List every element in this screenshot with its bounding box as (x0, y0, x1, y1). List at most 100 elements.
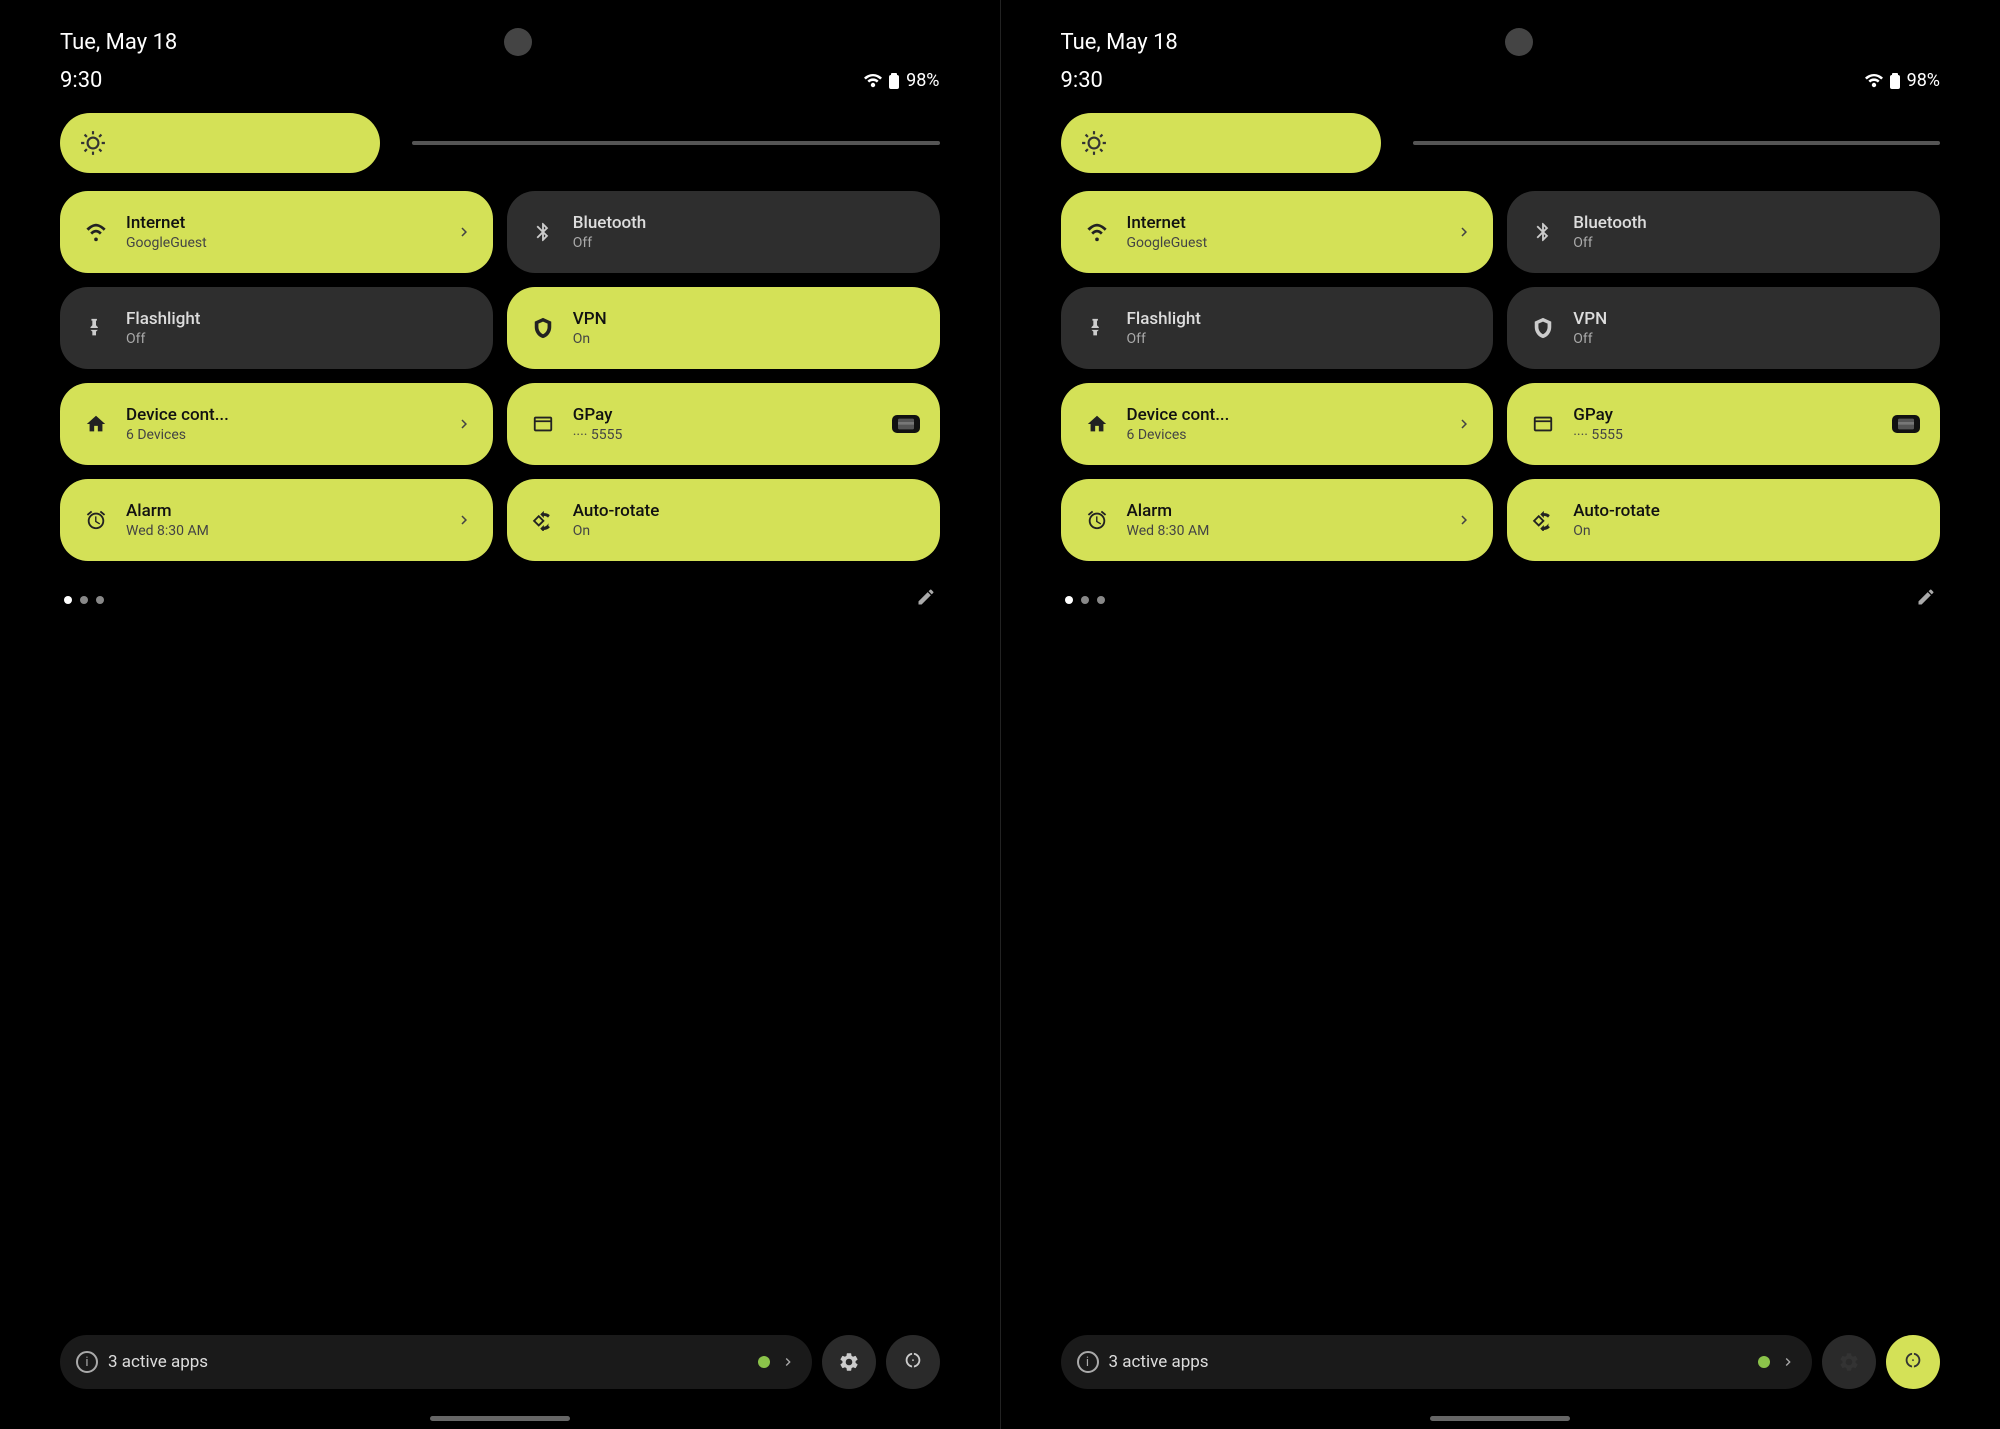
tile-sub-flashlight: Off (126, 331, 473, 347)
tile-icon-flashlight (80, 317, 112, 339)
tile-sub-vpn: Off (1573, 331, 1920, 347)
tile-internet[interactable]: Internet GoogleGuest (60, 191, 493, 273)
tile-icon-device (1081, 413, 1113, 435)
tile-text-bluetooth: Bluetooth Off (573, 213, 920, 251)
page-dot-2[interactable] (1097, 596, 1105, 604)
info-icon: i (1077, 1351, 1099, 1373)
home-bar (430, 1416, 570, 1421)
tile-alarm[interactable]: Alarm Wed 8:30 AM (1061, 479, 1494, 561)
chevron-right-icon (780, 1354, 796, 1370)
tile-sub-bluetooth: Off (573, 235, 920, 251)
tile-text-gpay: GPay ···· 5555 (573, 405, 878, 443)
settings-button[interactable] (822, 1335, 876, 1389)
tile-text-vpn: VPN On (573, 309, 920, 347)
tile-sub-alarm: Wed 8:30 AM (1127, 523, 1442, 539)
tile-icon-vpn (527, 317, 559, 339)
tile-device[interactable]: Device cont... 6 Devices (60, 383, 493, 465)
page-dots-row (1061, 579, 1941, 620)
tile-chevron-alarm (455, 511, 473, 529)
page-dot-2[interactable] (96, 596, 104, 604)
tile-flashlight[interactable]: Flashlight Off (1061, 287, 1494, 369)
tile-label-flashlight: Flashlight (1127, 309, 1474, 329)
tile-label-flashlight: Flashlight (126, 309, 473, 329)
bottom-bar: i 3 active apps (60, 1335, 940, 1389)
edit-icon[interactable] (916, 587, 936, 612)
tile-sub-bluetooth: Off (1573, 235, 1920, 251)
tile-sub-device: 6 Devices (126, 427, 441, 443)
tile-autorotate[interactable]: Auto-rotate On (1507, 479, 1940, 561)
power-button[interactable] (886, 1335, 940, 1389)
active-apps-pill[interactable]: i 3 active apps (1061, 1335, 1813, 1389)
tile-text-vpn: VPN Off (1573, 309, 1920, 347)
tile-vpn[interactable]: VPN On (507, 287, 940, 369)
tile-icon-gpay (1527, 413, 1559, 435)
brightness-pill[interactable] (1061, 113, 1381, 173)
page-dot-1[interactable] (80, 596, 88, 604)
tile-icon-vpn (1527, 317, 1559, 339)
tile-icon-alarm (1081, 509, 1113, 531)
tile-label-vpn: VPN (1573, 309, 1920, 329)
page-dots-row (60, 579, 940, 620)
settings-button[interactable] (1822, 1335, 1876, 1389)
tile-sub-alarm: Wed 8:30 AM (126, 523, 441, 539)
power-icon (902, 1351, 924, 1373)
active-apps-text: 3 active apps (108, 1352, 748, 1372)
battery-percent: 98% (1907, 70, 1940, 91)
edit-icon[interactable] (1916, 587, 1936, 612)
status-bar-top: Tue, May 18 (1061, 0, 1941, 68)
tile-text-device: Device cont... 6 Devices (126, 405, 441, 443)
tile-text-alarm: Alarm Wed 8:30 AM (126, 501, 441, 539)
tile-sub-flashlight: Off (1127, 331, 1474, 347)
tile-sub-autorotate: On (1573, 523, 1920, 539)
tile-gpay[interactable]: GPay ···· 5555 (507, 383, 940, 465)
brightness-row[interactable] (1061, 113, 1941, 173)
status-time: 9:30 (60, 68, 102, 93)
gpay-card (892, 415, 920, 433)
tile-label-device: Device cont... (1127, 405, 1442, 425)
tile-label-device: Device cont... (126, 405, 441, 425)
tile-sub-internet: GoogleGuest (1127, 235, 1442, 251)
brightness-pill[interactable] (60, 113, 380, 173)
tile-label-bluetooth: Bluetooth (573, 213, 920, 233)
page-dot-1[interactable] (1081, 596, 1089, 604)
tile-flashlight[interactable]: Flashlight Off (60, 287, 493, 369)
tile-device[interactable]: Device cont... 6 Devices (1061, 383, 1494, 465)
power-button[interactable] (1886, 1335, 1940, 1389)
tile-gpay[interactable]: GPay ···· 5555 (1507, 383, 1940, 465)
brightness-track[interactable] (1413, 141, 1941, 145)
tile-alarm[interactable]: Alarm Wed 8:30 AM (60, 479, 493, 561)
battery-status-icon (1889, 72, 1901, 90)
page-dot-0[interactable] (64, 596, 72, 604)
page-dots (1065, 596, 1105, 604)
tile-label-vpn: VPN (573, 309, 920, 329)
tile-sub-gpay: ···· 5555 (1573, 427, 1878, 443)
tile-bluetooth[interactable]: Bluetooth Off (507, 191, 940, 273)
tile-sub-vpn: On (573, 331, 920, 347)
status-icons: 98% (864, 70, 939, 91)
tile-label-internet: Internet (126, 213, 441, 233)
quick-tiles-grid: Internet GoogleGuest Bluetooth Off Flash… (1061, 191, 1941, 561)
page-dot-0[interactable] (1065, 596, 1073, 604)
tile-icon-autorotate (1527, 509, 1559, 531)
status-date: Tue, May 18 (60, 30, 177, 55)
brightness-row[interactable] (60, 113, 940, 173)
tile-icon-internet (80, 221, 112, 243)
tile-sub-device: 6 Devices (1127, 427, 1442, 443)
tile-sub-internet: GoogleGuest (126, 235, 441, 251)
tile-bluetooth[interactable]: Bluetooth Off (1507, 191, 1940, 273)
active-apps-pill[interactable]: i 3 active apps (60, 1335, 812, 1389)
tile-icon-autorotate (527, 509, 559, 531)
tile-label-autorotate: Auto-rotate (573, 501, 920, 521)
tile-icon-internet (1081, 221, 1113, 243)
camera-cutout (504, 28, 532, 56)
tile-internet[interactable]: Internet GoogleGuest (1061, 191, 1494, 273)
brightness-track[interactable] (412, 141, 940, 145)
tile-icon-gpay (527, 413, 559, 435)
status-date: Tue, May 18 (1061, 30, 1178, 55)
tile-autorotate[interactable]: Auto-rotate On (507, 479, 940, 561)
tile-chevron-device (1455, 415, 1473, 433)
tile-label-gpay: GPay (573, 405, 878, 425)
tile-vpn[interactable]: VPN Off (1507, 287, 1940, 369)
active-dot (758, 1356, 770, 1368)
tile-text-gpay: GPay ···· 5555 (1573, 405, 1878, 443)
